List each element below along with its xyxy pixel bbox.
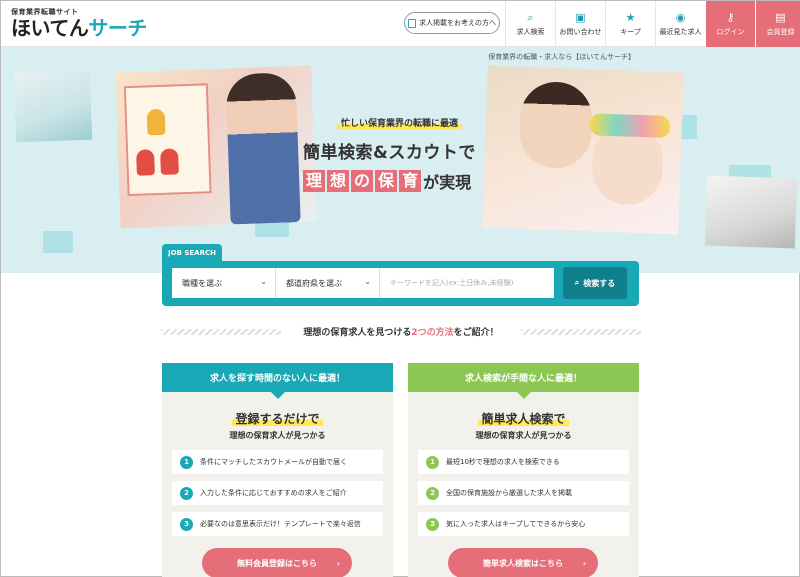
- free-register-button[interactable]: 無料会員登録はこちら ›: [202, 548, 352, 577]
- chevron-right-icon: ›: [336, 558, 340, 568]
- scout-method-card: 求人を探す時間のない人に最適！ 登録するだけで 理想の保育求人が見つかる 1 条…: [162, 363, 393, 577]
- job-search-tab: JOB SEARCH: [162, 244, 222, 262]
- card-header: 求人を探す時間のない人に最適！: [162, 363, 393, 399]
- nav-job-search[interactable]: ⌕ 求人検索: [505, 1, 555, 47]
- document-icon: ▤: [775, 10, 786, 24]
- feature-item: 1 条件にマッチしたスカウトメールが自動で届く: [172, 450, 383, 474]
- nav-label: ログイン: [716, 27, 745, 36]
- document-icon: [408, 18, 416, 28]
- job-type-value: 職種を選ぶ: [182, 278, 222, 288]
- search-icon: ⌕: [527, 10, 534, 24]
- step-number: 2: [180, 486, 193, 500]
- nav-login[interactable]: ⚷ ログイン: [705, 1, 755, 47]
- job-type-select[interactable]: 職種を選ぶ ⌄: [172, 268, 276, 298]
- nav-label: 求人検索: [516, 27, 545, 36]
- hero-chip: 理: [303, 170, 326, 192]
- quick-search-method-card: 求人検索が手間な人に最適！ 簡単求人検索で 理想の保育求人が見つかる 1 最短1…: [408, 363, 639, 577]
- feature-text: 入力した条件に応じておすすめの求人をご紹介: [200, 489, 347, 497]
- star-icon: ★: [625, 10, 636, 24]
- feature-item: 3 必要なのは意思表示だけ！テンプレートで楽々返信: [172, 512, 383, 536]
- cta-label: 簡単求人検索はこちら: [483, 558, 563, 568]
- hero-photo-nursery-teacher: [13, 69, 93, 143]
- search-button[interactable]: ⌕ 検索する: [563, 267, 627, 299]
- hero-photo-cook: [704, 175, 798, 249]
- nav-register[interactable]: ▤ 会員登録: [755, 1, 800, 47]
- step-number: 1: [180, 455, 193, 469]
- nav-recently-viewed[interactable]: ◉ 最近見た求人: [655, 1, 705, 47]
- feature-list: 1 条件にマッチしたスカウトメールが自動で届く 2 入力した条件に応じておすすめ…: [172, 450, 383, 543]
- logo-text: ほいてんサーチ: [11, 16, 147, 40]
- step-number: 1: [426, 455, 439, 469]
- employer-info-label: 求人掲載をお考えの方へ: [419, 19, 496, 27]
- step-number: 3: [426, 517, 439, 531]
- hero-chip: 育: [399, 170, 422, 192]
- nav-contact[interactable]: ▣ お問い合わせ: [555, 1, 605, 47]
- card-title: 登録するだけで: [162, 410, 393, 427]
- card-header: 求人検索が手間な人に最適！: [408, 363, 639, 399]
- site-header: 保育業界転職サイト ほいてんサーチ 求人掲載をお考えの方へ ⌕ 求人検索 ▣ お…: [1, 1, 800, 47]
- card-title: 簡単求人検索で: [408, 410, 639, 427]
- feature-text: 条件にマッチしたスカウトメールが自動で届く: [200, 458, 347, 466]
- employer-info-button[interactable]: 求人掲載をお考えの方へ: [404, 12, 500, 34]
- drawing-board: [123, 83, 212, 197]
- feature-text: 必要なのは意思表示だけ！テンプレートで楽々返信: [200, 520, 361, 528]
- hero-chip: 想: [327, 170, 350, 192]
- hero-headline: 簡単検索&スカウトで: [303, 143, 476, 163]
- nav-keep[interactable]: ★ キープ: [605, 1, 655, 47]
- step-number: 2: [426, 486, 439, 500]
- feature-list: 1 最短10秒で理想の求人を検索できる 2 全国の保育施設から厳選した求人を掲載…: [418, 450, 629, 543]
- site-logo[interactable]: 保育業界転職サイト ほいてんサーチ: [11, 7, 147, 39]
- section-intro: 理想の保育求人を見つける2つの方法をご紹介！: [303, 328, 499, 338]
- hero-copy: 忙しい保育業界の転職に最適 簡単検索&スカウトで 理 想 の 保 育 が実現: [303, 111, 513, 193]
- prefecture-value: 都道府県を選ぶ: [286, 278, 342, 288]
- feature-item: 1 最短10秒で理想の求人を検索できる: [418, 450, 629, 474]
- key-icon: ⚷: [726, 10, 735, 24]
- cta-label: 無料会員登録はこちら: [237, 558, 317, 568]
- card-subtitle: 理想の保育求人が見つかる: [475, 431, 572, 440]
- eye-icon: ◉: [675, 10, 686, 24]
- search-icon: ⌕: [574, 278, 580, 287]
- hero-headline-2: 理 想 の 保 育 が実現: [303, 169, 513, 193]
- hero-tail: が実現: [423, 173, 472, 192]
- chat-icon: ▣: [575, 10, 586, 24]
- teacher-figure: [225, 72, 301, 225]
- breadcrumb: 保育業界の転職・求人なら【ほいてんサーチ】: [488, 53, 635, 61]
- chevron-down-icon: ⌄: [364, 277, 371, 286]
- header-nav: ⌕ 求人検索 ▣ お問い合わせ ★ キープ ◉ 最近見た求人 ⚷ ログイン ▤ …: [505, 1, 800, 47]
- hero-subtitle: 忙しい保育業界の転職に最適: [337, 116, 463, 129]
- feature-text: 気に入った求人はキープしてできるから安心: [446, 520, 586, 528]
- hero-banner: 保育業界の転職・求人なら【ほいてんサーチ】 忙しい保育業界の転職に最適 簡単検索…: [1, 47, 800, 273]
- step-number: 3: [180, 517, 193, 531]
- chevron-right-icon: ›: [582, 558, 586, 568]
- card-subtitle: 理想の保育求人が見つかる: [229, 431, 326, 440]
- keyword-input[interactable]: [380, 268, 554, 298]
- decorative-square: [43, 231, 73, 253]
- nav-label: キープ: [620, 27, 641, 36]
- quick-search-button[interactable]: 簡単求人検索はこちら ›: [448, 548, 598, 577]
- feature-item: 2 入力した条件に応じておすすめの求人をご紹介: [172, 481, 383, 505]
- chevron-down-icon: ⌄: [260, 277, 267, 286]
- nav-label: 会員登録: [766, 27, 795, 36]
- feature-item: 3 気に入った求人はキープしてできるから安心: [418, 512, 629, 536]
- intro-highlight: 2つの方法: [411, 328, 454, 338]
- nav-label: お問い合わせ: [559, 27, 602, 36]
- nav-label: 最近見た求人: [659, 27, 702, 36]
- job-search-bar: 職種を選ぶ ⌄ 都道府県を選ぶ ⌄ ⌕ 検索する: [162, 261, 639, 306]
- hero-chip: の: [351, 170, 374, 192]
- hero-photo-teacher-with-drawing: [115, 65, 317, 229]
- feature-text: 最短10秒で理想の求人を検索できる: [446, 458, 560, 466]
- search-button-label: 検索する: [583, 278, 616, 288]
- hero-chip: 保: [375, 170, 398, 192]
- feature-item: 2 全国の保育施設から厳選した求人を掲載: [418, 481, 629, 505]
- prefecture-select[interactable]: 都道府県を選ぶ ⌄: [276, 268, 380, 298]
- feature-text: 全国の保育施設から厳選した求人を掲載: [446, 489, 572, 497]
